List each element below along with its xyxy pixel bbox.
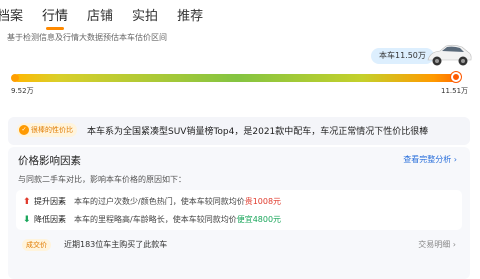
tab-photos[interactable]: 实拍: [132, 5, 158, 24]
factor-name: 提升因素: [34, 197, 66, 206]
range-low-dot: [11, 74, 19, 82]
factor-amount: 便宜4800元: [236, 215, 282, 224]
tab-shop[interactable]: 店铺: [87, 5, 113, 24]
top-tab-bar: 档案 行情 店铺 实拍 推荐: [0, 3, 222, 25]
tab-profile[interactable]: 档案: [0, 5, 23, 24]
price-factors-title: 价格影响因素: [18, 155, 81, 167]
valuation-subtitle: 基于检测信息及行情大数据预估本车估价区间: [7, 33, 167, 42]
price-factors-panel: 价格影响因素 查看完整分析 › 与同款二手车对比，影响本车价格的原因如下： ⬆ …: [8, 147, 470, 279]
value-summary-box: ✓ 很棒的性价比 本车系为全国紧凑型SUV销量榜Top4，是2021款中配车，车…: [8, 117, 470, 145]
price-range-track: [14, 74, 460, 82]
range-low-label: 9.52万: [11, 87, 34, 95]
arrow-down-icon: ⬇: [23, 214, 31, 225]
deal-price-badge: 成交价: [22, 239, 51, 251]
factor-card: ⬆ 提升因素 本车的过户次数少/颜色热门，使本车较同款均价 贵1008元 ⬇ 降…: [16, 190, 462, 230]
tab-market[interactable]: 行情: [42, 5, 68, 24]
factor-desc: 本车的里程略高/车龄略长，使本车较同款均价: [74, 215, 237, 224]
factor-row-increase: ⬆ 提升因素 本车的过户次数少/颜色热门，使本车较同款均价 贵1008元: [23, 196, 281, 207]
value-badge-label: 很棒的性价比: [31, 126, 73, 134]
arrow-up-icon: ⬆: [23, 196, 31, 207]
value-badge: ✓ 很棒的性价比: [17, 123, 77, 137]
deal-row[interactable]: 成交价 近期183位车主购买了此款车 交易明细 ›: [16, 235, 462, 255]
current-price-marker: [451, 72, 461, 82]
tab-recommend[interactable]: 推荐: [177, 5, 203, 24]
factor-row-decrease: ⬇ 降低因素 本车的里程略高/车龄略长，使本车较同款均价 便宜4800元: [23, 214, 281, 225]
deal-text: 近期183位车主购买了此款车: [64, 240, 168, 249]
range-high-label: 11.51万: [441, 87, 469, 95]
value-summary-text: 本车系为全国紧凑型SUV销量榜Top4，是2021款中配车，车况正常情况下性价比…: [87, 127, 429, 137]
factor-amount: 贵1008元: [244, 197, 282, 206]
factor-name: 降低因素: [34, 215, 66, 224]
factor-desc: 本车的过户次数少/颜色热门，使本车较同款均价: [74, 197, 245, 206]
transaction-details-link[interactable]: 交易明细 ›: [418, 239, 456, 250]
view-full-analysis-link[interactable]: 查看完整分析 ›: [403, 154, 457, 165]
thumb-up-icon: ✓: [19, 125, 29, 135]
price-factors-subtitle: 与同款二手车对比，影响本车价格的原因如下：: [18, 175, 186, 184]
price-range-bar: [11, 72, 461, 82]
car-thumbnail-icon: [427, 44, 472, 66]
